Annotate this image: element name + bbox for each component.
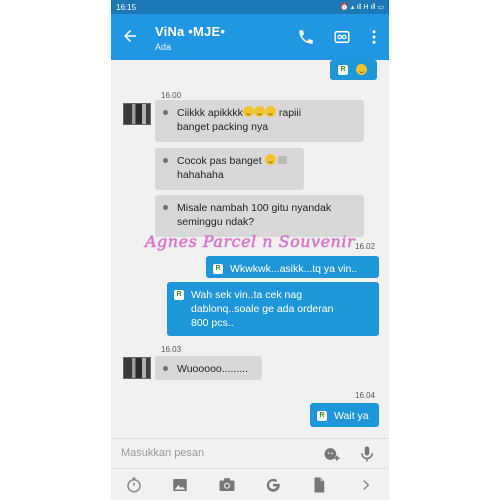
message-text: Ciikkk apikkkk <box>177 107 243 119</box>
contact-name[interactable]: ViNa •MJE• <box>155 24 225 39</box>
avatar[interactable] <box>123 103 151 125</box>
status-icons: ⏰ ▴ ıll H ıll ▭ <box>340 4 384 11</box>
add-sticker-icon[interactable] <box>322 444 342 464</box>
message-text: dablonq..soale ge ada orderan <box>191 303 334 315</box>
microphone-icon[interactable] <box>358 444 376 464</box>
watermark: Agnes Parcel n Souvenir <box>145 232 356 251</box>
more-vert-icon[interactable] <box>365 28 383 46</box>
avatar[interactable] <box>123 357 151 379</box>
incoming-message[interactable]: Ciikkk apikkkk rapiii banget packing nya <box>155 100 364 142</box>
chat-area[interactable]: R 16.00 Ciikkk apikkkk rapiii banget pac… <box>111 60 389 438</box>
phone-icon[interactable] <box>297 28 315 46</box>
camera-icon[interactable] <box>218 476 236 494</box>
message-composer[interactable]: Masukkan pesan <box>111 438 389 468</box>
outgoing-message-partial[interactable]: R <box>330 60 377 80</box>
incoming-message[interactable]: Wuooooo......... <box>155 356 262 380</box>
read-badge-icon: R <box>213 264 223 274</box>
outgoing-message[interactable]: R Wait ya <box>310 403 379 427</box>
message-text: rapiii <box>275 107 302 119</box>
smiling-emoji-icon <box>253 106 265 117</box>
timer-icon[interactable] <box>125 476 143 494</box>
message-input[interactable]: Masukkan pesan <box>121 447 204 459</box>
message-text: Cocok pas banget <box>177 155 262 167</box>
message-text: 800 pcs.. <box>191 317 234 329</box>
message-text: Wkwkwk...asikk...tq ya vin.. <box>230 263 358 275</box>
image-icon[interactable] <box>171 476 189 494</box>
google-icon[interactable] <box>264 476 282 494</box>
thumbs-up-icon <box>277 156 287 164</box>
laughing-emoji-icon <box>264 154 276 165</box>
outgoing-message[interactable]: R Wkwkwk...asikk...tq ya vin.. <box>206 256 379 278</box>
app-bar: ViNa •MJE• Ada <box>111 14 389 60</box>
message-text: banget packing nya <box>177 121 269 133</box>
timestamp: 16.03 <box>161 345 182 354</box>
smiling-emoji-icon <box>242 106 254 117</box>
timestamp: 16.04 <box>355 391 376 400</box>
status-bar: 16:15 ⏰ ▴ ıll H ıll ▭ <box>111 0 389 14</box>
message-text: Wah sek vin..ta cek nag <box>191 289 303 301</box>
incoming-message[interactable]: Misale nambah 100 gitu nyandak seminggu … <box>155 195 364 237</box>
status-time: 16:15 <box>116 2 137 12</box>
attachment-toolbar <box>111 468 389 500</box>
read-badge-icon: R <box>174 290 184 300</box>
outgoing-message[interactable]: R Wah sek vin..ta cek nag dablonq..soale… <box>167 282 379 336</box>
message-text: Wait ya <box>334 410 369 422</box>
timestamp: 16.00 <box>161 91 182 100</box>
message-text: seminggu ndak? <box>177 216 255 228</box>
laughing-emoji-icon <box>356 64 367 75</box>
file-icon[interactable] <box>310 476 328 494</box>
message-text: Wuooooo......... <box>177 363 249 375</box>
read-badge-icon: R <box>317 411 327 421</box>
smiling-emoji-icon <box>264 106 276 117</box>
contact-status: Ada <box>155 42 172 52</box>
message-text: Misale nambah 100 gitu nyandak <box>177 202 332 214</box>
read-badge-icon: R <box>338 65 348 75</box>
chevron-right-icon[interactable] <box>357 476 375 494</box>
incoming-message[interactable]: Cocok pas banget hahahaha <box>155 148 304 190</box>
message-text: hahahaha <box>177 169 224 181</box>
contact-card-icon[interactable] <box>333 28 351 46</box>
phone-screen: 16:15 ⏰ ▴ ıll H ıll ▭ ViNa •MJE• Ada R 1… <box>111 0 389 500</box>
timestamp: 16.02 <box>355 242 376 251</box>
back-arrow-icon[interactable] <box>121 27 139 45</box>
